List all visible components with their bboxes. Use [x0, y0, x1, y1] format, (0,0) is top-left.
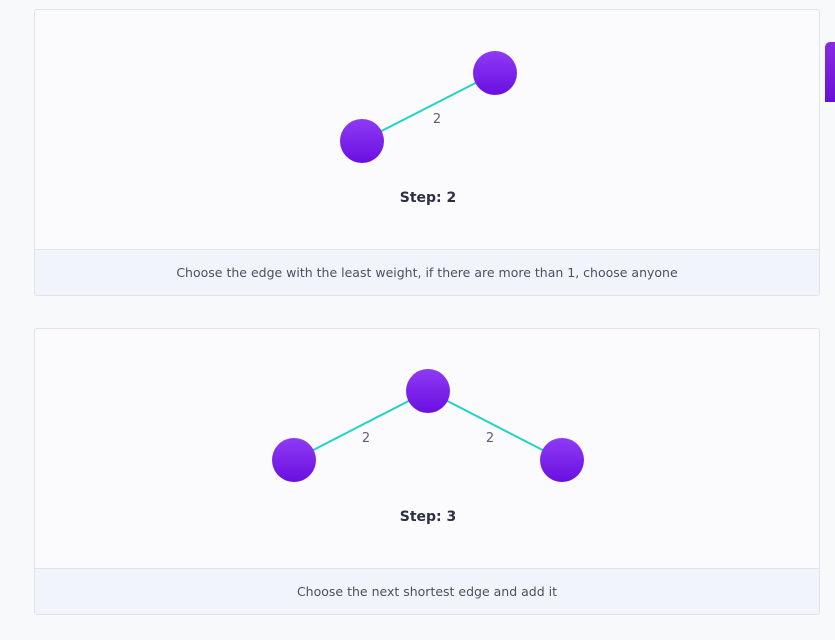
- graph-node: [340, 119, 384, 163]
- step-caption-text: Choose the edge with the least weight, i…: [176, 265, 678, 280]
- step-label: Step: 3: [399, 509, 457, 525]
- graph-canvas-step-2: 2: [340, 51, 517, 163]
- graph-node: [473, 51, 517, 95]
- graph-edge: [361, 72, 496, 142]
- edge-weight-label: 2: [433, 112, 441, 127]
- side-tab[interactable]: [825, 42, 835, 102]
- step-caption: Choose the next shortest edge and add it: [35, 568, 819, 614]
- edge-weight-label: 2: [362, 431, 370, 446]
- graph-canvas-step-3: 2 2: [272, 369, 584, 482]
- step-caption-text: Choose the next shortest edge and add it: [296, 584, 558, 599]
- graph-node: [406, 369, 450, 413]
- edge-weight-label: 2: [486, 431, 494, 446]
- step-caption: Choose the edge with the least weight, i…: [35, 249, 819, 295]
- graph-node: [540, 438, 584, 482]
- step-card-2: 2 Step: 2 Choose the edge with the least…: [34, 9, 820, 296]
- page: 2 Step: 2 Choose the edge with the least…: [0, 0, 835, 640]
- graph-edge: [293, 390, 429, 461]
- step-label: Step: 2: [399, 190, 457, 206]
- graph-node: [272, 438, 316, 482]
- graph-edge: [427, 390, 563, 461]
- step-card-3: 2 2 Step: 3 Choose the next shortest edg…: [34, 328, 820, 615]
